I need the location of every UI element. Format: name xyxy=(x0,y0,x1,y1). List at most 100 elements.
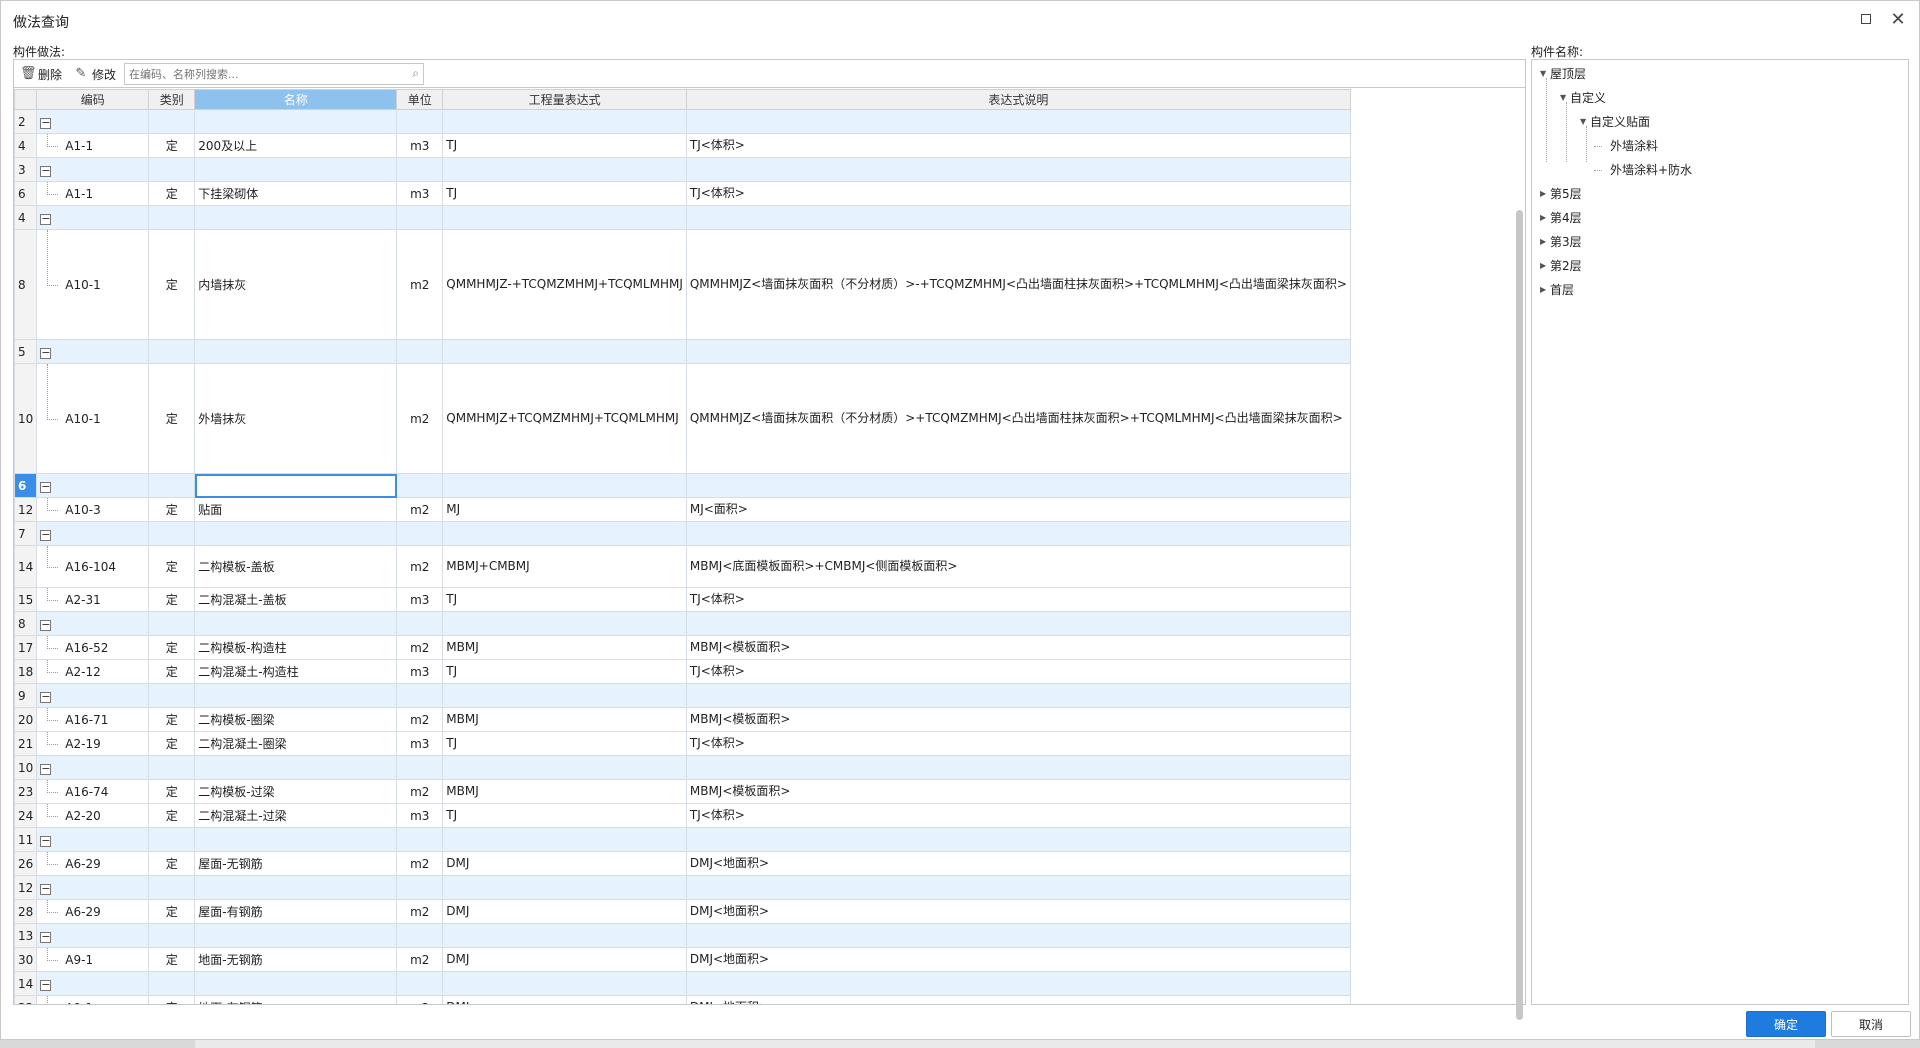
group-toggle-cell[interactable]: − xyxy=(36,157,150,182)
expression-cell[interactable]: DMJ xyxy=(442,947,687,972)
category-cell[interactable] xyxy=(148,971,196,996)
expression-cell[interactable]: TJ xyxy=(442,803,687,828)
expression-cell[interactable]: MBMJ+CMBMJ xyxy=(442,545,687,588)
code-cell[interactable]: A2-19 xyxy=(36,731,150,756)
header-expression[interactable]: 工程量表达式 xyxy=(442,89,687,110)
code-cell[interactable]: A16-52 xyxy=(36,635,150,660)
expression-cell[interactable] xyxy=(442,827,687,852)
description-cell[interactable] xyxy=(685,827,1351,852)
category-cell[interactable]: 定 xyxy=(148,899,196,924)
group-toggle-cell[interactable]: − xyxy=(36,339,150,364)
name-cell[interactable]: 地面-有钢筋 xyxy=(194,995,398,1004)
name-cell[interactable]: 地面-无钢筋 xyxy=(194,947,398,972)
description-cell[interactable]: DMJ<地面积> xyxy=(685,899,1351,924)
collapse-icon[interactable]: − xyxy=(40,619,52,631)
name-cell[interactable]: 屋面-无钢筋 xyxy=(194,851,398,876)
expression-cell[interactable]: DMJ xyxy=(442,851,687,876)
category-cell[interactable]: 定 xyxy=(148,659,196,684)
unit-cell[interactable]: m2 xyxy=(396,779,444,804)
tree-node[interactable]: 外墙涂料+防水 xyxy=(1594,160,1692,180)
name-cell[interactable]: 二构模板-盖板 xyxy=(194,545,398,588)
description-cell[interactable] xyxy=(685,109,1351,134)
description-cell[interactable]: TJ<体积> xyxy=(685,731,1351,756)
code-cell[interactable]: A1-1 xyxy=(36,181,150,206)
search-icon[interactable]: ⌕ xyxy=(412,66,419,81)
group-toggle-cell[interactable]: − xyxy=(36,611,150,636)
description-cell[interactable] xyxy=(685,755,1351,780)
caret-right-icon[interactable]: ▶ xyxy=(1540,232,1550,252)
group-toggle-cell[interactable]: − xyxy=(36,827,150,852)
description-cell[interactable]: TJ<体积> xyxy=(685,133,1351,158)
description-cell[interactable]: DMJ<地面积> xyxy=(685,851,1351,876)
category-cell[interactable]: 定 xyxy=(148,497,196,522)
description-cell[interactable]: MBMJ<模板面积> xyxy=(685,779,1351,804)
group-row[interactable]: 4− xyxy=(14,205,1351,230)
description-cell[interactable]: MBMJ<底面模板面积>+CMBMJ<侧面模板面积> xyxy=(685,545,1351,588)
category-cell[interactable]: 定 xyxy=(148,545,196,588)
description-cell[interactable]: MJ<面积> xyxy=(685,497,1351,522)
code-cell[interactable]: A6-29 xyxy=(36,899,150,924)
description-cell[interactable] xyxy=(685,157,1351,182)
group-row[interactable]: 11− xyxy=(14,827,1351,852)
expression-cell[interactable]: MBMJ xyxy=(442,707,687,732)
description-cell[interactable]: TJ<体积> xyxy=(685,803,1351,828)
tree-node[interactable]: ▶ 第5层 xyxy=(1540,184,1582,204)
unit-cell[interactable]: m3 xyxy=(396,803,444,828)
expression-cell[interactable]: QMMHMJZ-+TCQMZMHMJ+TCQMLMHMJ xyxy=(442,229,687,340)
collapse-icon[interactable]: − xyxy=(40,213,52,225)
expression-cell[interactable]: TJ xyxy=(442,731,687,756)
category-cell[interactable]: 定 xyxy=(148,635,196,660)
unit-cell[interactable] xyxy=(396,827,444,852)
unit-cell[interactable]: m2 xyxy=(396,707,444,732)
caret-right-icon[interactable]: ▶ xyxy=(1540,256,1550,276)
category-cell[interactable]: 定 xyxy=(148,851,196,876)
unit-cell[interactable]: m2 xyxy=(396,899,444,924)
expression-cell[interactable] xyxy=(442,755,687,780)
group-row[interactable]: 9− xyxy=(14,683,1351,708)
group-toggle-cell[interactable]: − xyxy=(36,205,150,230)
name-cell[interactable] xyxy=(194,157,398,182)
category-cell[interactable] xyxy=(148,339,196,364)
category-cell[interactable] xyxy=(148,875,196,900)
description-cell[interactable] xyxy=(685,205,1351,230)
description-cell[interactable] xyxy=(685,521,1351,546)
header-code[interactable]: 编码 xyxy=(36,89,150,110)
table-row[interactable]: 15 A2-31 定二构混凝土-盖板 m3 TJ TJ<体积> xyxy=(14,587,1351,612)
tree-node[interactable]: ▶ 首层 xyxy=(1540,280,1574,300)
expression-cell[interactable] xyxy=(442,521,687,546)
expression-cell[interactable] xyxy=(442,157,687,182)
unit-cell[interactable]: m3 xyxy=(396,133,444,158)
group-toggle-cell[interactable]: − xyxy=(36,923,150,948)
group-row[interactable]: 3− xyxy=(14,157,1351,182)
table-row[interactable]: 26 A6-29 定屋面-无钢筋 m2 DMJ DMJ<地面积> xyxy=(14,851,1351,876)
unit-cell[interactable] xyxy=(396,521,444,546)
table-row[interactable]: 14 A16-104 定二构模板-盖板 m2 MBMJ+CMBMJ MBMJ<底面模板面积… xyxy=(14,545,1351,588)
table-row[interactable]: 23 A16-74 定二构模板-过梁 m2 MBMJ MBMJ<模板面积> xyxy=(14,779,1351,804)
description-cell[interactable] xyxy=(685,923,1351,948)
category-cell[interactable] xyxy=(148,473,196,498)
expression-cell[interactable]: MBMJ xyxy=(442,635,687,660)
code-cell[interactable]: A9-1 xyxy=(36,995,150,1004)
name-cell[interactable]: 二构模板-圈梁 xyxy=(194,707,398,732)
search-input[interactable] xyxy=(125,64,395,84)
name-cell[interactable] xyxy=(194,109,398,134)
category-cell[interactable]: 定 xyxy=(148,133,196,158)
caret-down-icon[interactable]: ▼ xyxy=(1540,64,1550,84)
table-row[interactable]: 21 A2-19 定二构混凝土-圈梁 m3 TJ TJ<体积> xyxy=(14,731,1351,756)
unit-cell[interactable]: m2 xyxy=(396,497,444,522)
category-cell[interactable] xyxy=(148,157,196,182)
group-row[interactable]: 2− xyxy=(14,109,1351,134)
expression-cell[interactable] xyxy=(442,339,687,364)
unit-cell[interactable]: m2 xyxy=(396,545,444,588)
code-cell[interactable]: A16-71 xyxy=(36,707,150,732)
collapse-icon[interactable]: − xyxy=(40,347,52,359)
delete-button[interactable]: 🗑 删除 xyxy=(20,65,62,83)
name-cell[interactable]: 二构模板-构造柱 xyxy=(194,635,398,660)
group-toggle-cell[interactable]: − xyxy=(36,473,150,498)
unit-cell[interactable]: m2 xyxy=(396,947,444,972)
group-toggle-cell[interactable]: − xyxy=(36,875,150,900)
collapse-icon[interactable]: − xyxy=(40,165,52,177)
code-cell[interactable]: A2-31 xyxy=(36,587,150,612)
expression-cell[interactable] xyxy=(442,205,687,230)
unit-cell[interactable] xyxy=(396,923,444,948)
